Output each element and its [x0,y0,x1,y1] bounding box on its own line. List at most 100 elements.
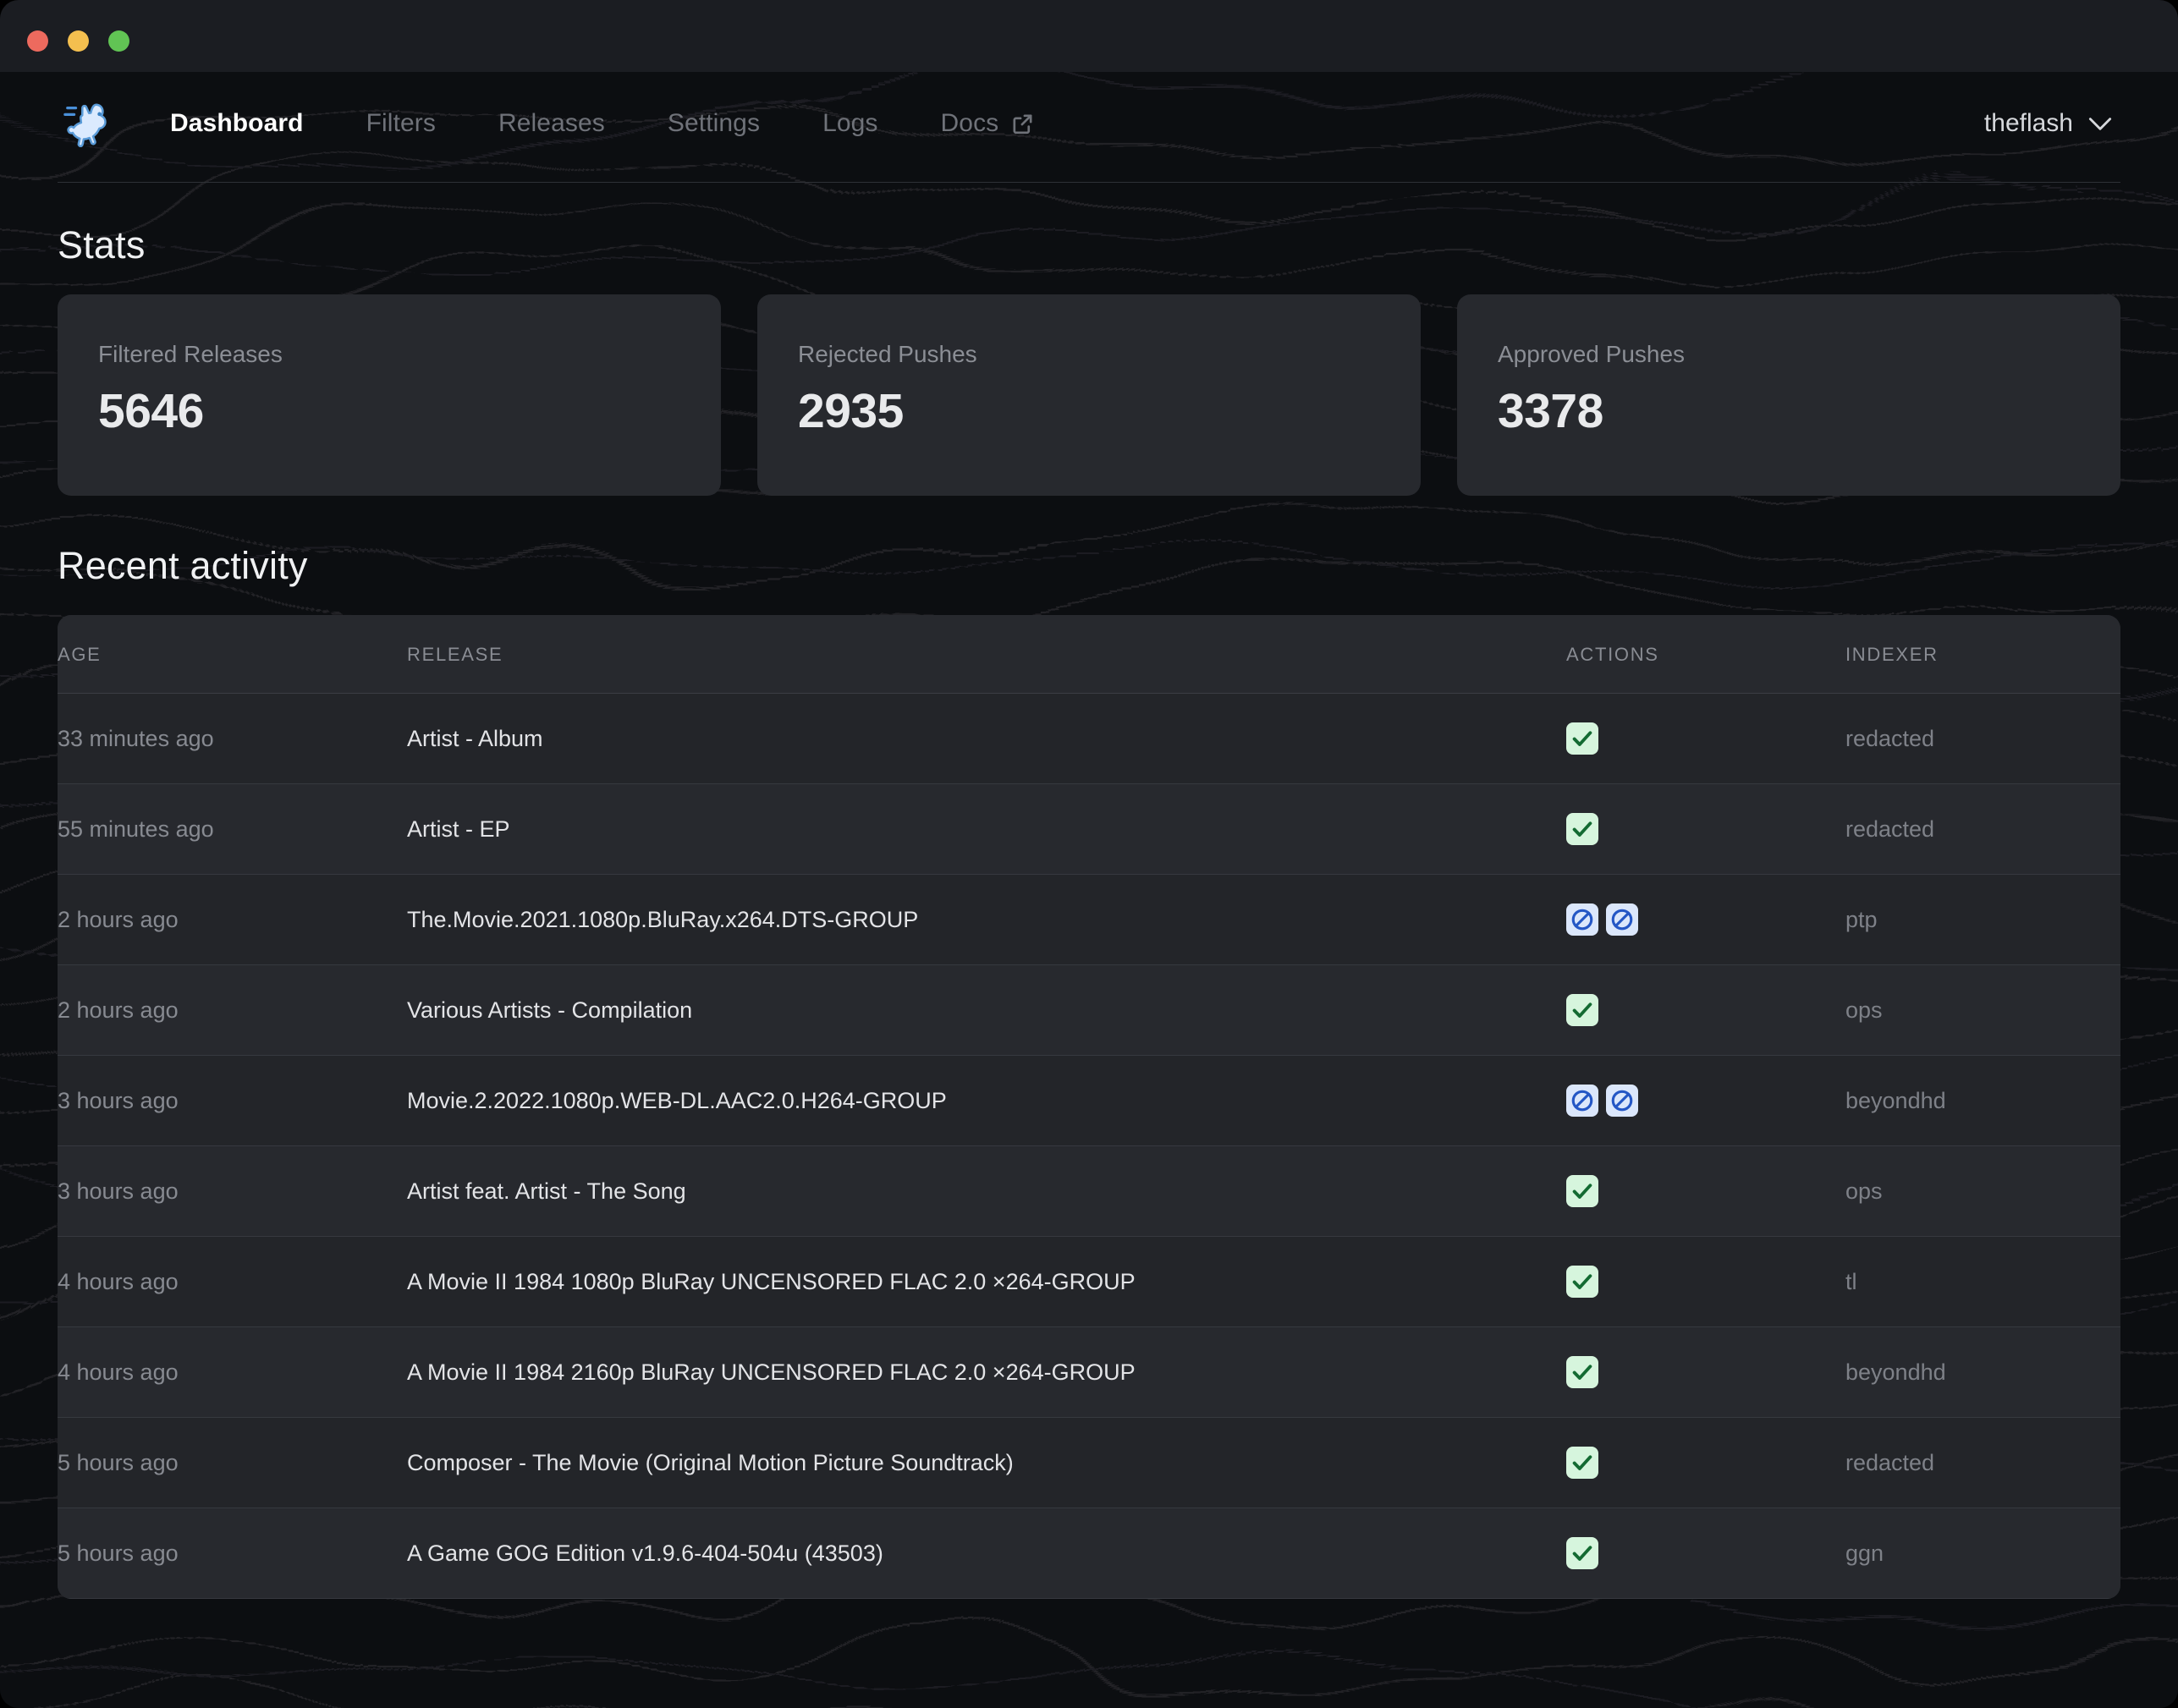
table-row[interactable]: 4 hours ago A Movie II 1984 1080p BluRay … [58,1236,2120,1327]
table-row[interactable]: 4 hours ago A Movie II 1984 2160p BluRay … [58,1326,2120,1418]
table-row[interactable]: 5 hours ago A Game GOG Edition v1.9.6-404… [58,1508,2120,1599]
stat-card-rejected-pushes: Rejected Pushes 2935 [757,294,1421,496]
external-link-icon [1013,114,1032,134]
recent-activity-card: AGE RELEASE ACTIONS INDEXER 33 minutes a… [58,615,2120,1599]
action-icon-group [1566,813,1845,845]
action-icon-group [1566,1085,1845,1117]
cell-release: The.Movie.2021.1080p.BluRay.x264.DTS-GRO… [407,874,1566,965]
stat-label: Rejected Pushes [798,341,977,367]
traffic-light-group [27,30,129,52]
no-entry-icon[interactable] [1606,1085,1638,1117]
cell-age: 5 hours ago [58,1508,407,1599]
recent-activity-table: AGE RELEASE ACTIONS INDEXER 33 minutes a… [58,615,2120,1599]
cell-actions [1566,693,1845,784]
cell-indexer: redacted [1845,693,2120,784]
nav-links: Dashboard Filters Releases Settings Logs… [139,109,1066,138]
table-row[interactable]: 5 hours ago Composer - The Movie (Origina… [58,1417,2120,1508]
cell-age: 2 hours ago [58,964,407,1056]
no-entry-icon[interactable] [1606,903,1638,936]
minimize-window-button[interactable] [68,30,89,52]
cell-release: Artist - EP [407,783,1566,875]
table-row[interactable]: 3 hours ago Movie.2.2022.1080p.WEB-DL.AAC… [58,1055,2120,1146]
cell-actions [1566,1055,1845,1146]
stat-label: Approved Pushes [1498,341,1686,367]
cell-indexer: beyondhd [1845,1326,2120,1418]
action-icon-group [1566,722,1845,755]
no-entry-icon[interactable] [1566,1085,1598,1117]
cell-indexer: ops [1845,964,2120,1056]
cell-indexer: redacted [1845,783,2120,875]
cell-actions [1566,1508,1845,1599]
nav-item-docs-label: Docs [940,109,999,137]
cell-actions [1566,874,1845,965]
cell-age: 55 minutes ago [58,783,407,875]
cell-indexer: redacted [1845,1417,2120,1508]
no-entry-icon[interactable] [1566,903,1598,936]
column-header-actions[interactable]: ACTIONS [1566,615,1845,694]
cell-release: Movie.2.2022.1080p.WEB-DL.AAC2.0.H264-GR… [407,1055,1566,1146]
cell-age: 3 hours ago [58,1055,407,1146]
action-icon-group [1566,903,1845,936]
action-icon-group [1566,1537,1845,1569]
nav-item-settings[interactable]: Settings [636,109,791,138]
check-square-icon[interactable] [1566,1175,1598,1207]
close-window-button[interactable] [27,30,48,52]
maximize-window-button[interactable] [108,30,129,52]
table-row[interactable]: 55 minutes ago Artist - EP redacted [58,783,2120,875]
window-titlebar [0,0,2178,72]
stat-card-approved-pushes: Approved Pushes 3378 [1457,294,2120,496]
action-icon-group [1566,1356,1845,1388]
cell-indexer: ops [1845,1145,2120,1237]
recent-activity-heading: Recent activity [58,544,308,587]
action-icon-group [1566,1175,1845,1207]
check-square-icon[interactable] [1566,1266,1598,1298]
cell-age: 4 hours ago [58,1236,407,1327]
cell-actions [1566,964,1845,1056]
check-square-icon[interactable] [1566,1537,1598,1569]
check-square-icon[interactable] [1566,722,1598,755]
table-row[interactable]: 33 minutes ago Artist - Album redacted [58,693,2120,784]
cell-indexer: ggn [1845,1508,2120,1599]
check-square-icon[interactable] [1566,1356,1598,1388]
cell-release: A Movie II 1984 2160p BluRay UNCENSORED … [407,1326,1566,1418]
nav-item-releases[interactable]: Releases [467,109,636,138]
app-body: Dashboard Filters Releases Settings Logs… [0,72,2178,1708]
cell-age: 5 hours ago [58,1417,407,1508]
check-square-icon[interactable] [1566,1447,1598,1479]
stat-value: 2935 [798,384,904,438]
cell-release: Various Artists - Compilation [407,964,1566,1056]
column-header-release[interactable]: RELEASE [407,615,1566,694]
table-row[interactable]: 3 hours ago Artist feat. Artist - The Son… [58,1145,2120,1237]
nav-item-logs[interactable]: Logs [791,109,909,138]
nav-item-dashboard[interactable]: Dashboard [139,109,335,138]
main-navbar: Dashboard Filters Releases Settings Logs… [0,72,2178,175]
action-icon-group [1566,1266,1845,1298]
stat-value: 3378 [1498,384,1603,438]
cell-release: Artist feat. Artist - The Song [407,1145,1566,1237]
nav-item-docs[interactable]: Docs [910,109,1067,138]
cell-actions [1566,1236,1845,1327]
column-header-age[interactable]: AGE [58,615,407,694]
cell-actions [1566,1417,1845,1508]
user-menu-button[interactable]: theflash [1984,109,2120,138]
navbar-divider [58,182,2120,183]
cell-age: 2 hours ago [58,874,407,965]
page-content: Stats Filtered Releases 5646 Rejected Pu… [0,223,2178,1599]
stat-label: Filtered Releases [98,341,283,367]
cell-age: 33 minutes ago [58,693,407,784]
action-icon-group [1566,1447,1845,1479]
check-square-icon[interactable] [1566,813,1598,845]
cell-actions [1566,1326,1845,1418]
nav-item-filters[interactable]: Filters [335,109,467,138]
table-row[interactable]: 2 hours ago Various Artists - Compilation… [58,964,2120,1056]
table-row[interactable]: 2 hours ago The.Movie.2021.1080p.BluRay.x… [58,874,2120,965]
cell-actions [1566,783,1845,875]
cell-indexer: beyondhd [1845,1055,2120,1146]
cell-indexer: ptp [1845,874,2120,965]
column-header-indexer[interactable]: INDEXER [1845,615,2120,694]
check-square-icon[interactable] [1566,994,1598,1026]
chevron-down-icon [2088,117,2112,130]
action-icon-group [1566,994,1845,1026]
stats-grid: Filtered Releases 5646 Rejected Pushes 2… [58,294,2120,496]
autobrr-rabbit-logo[interactable] [63,97,115,150]
